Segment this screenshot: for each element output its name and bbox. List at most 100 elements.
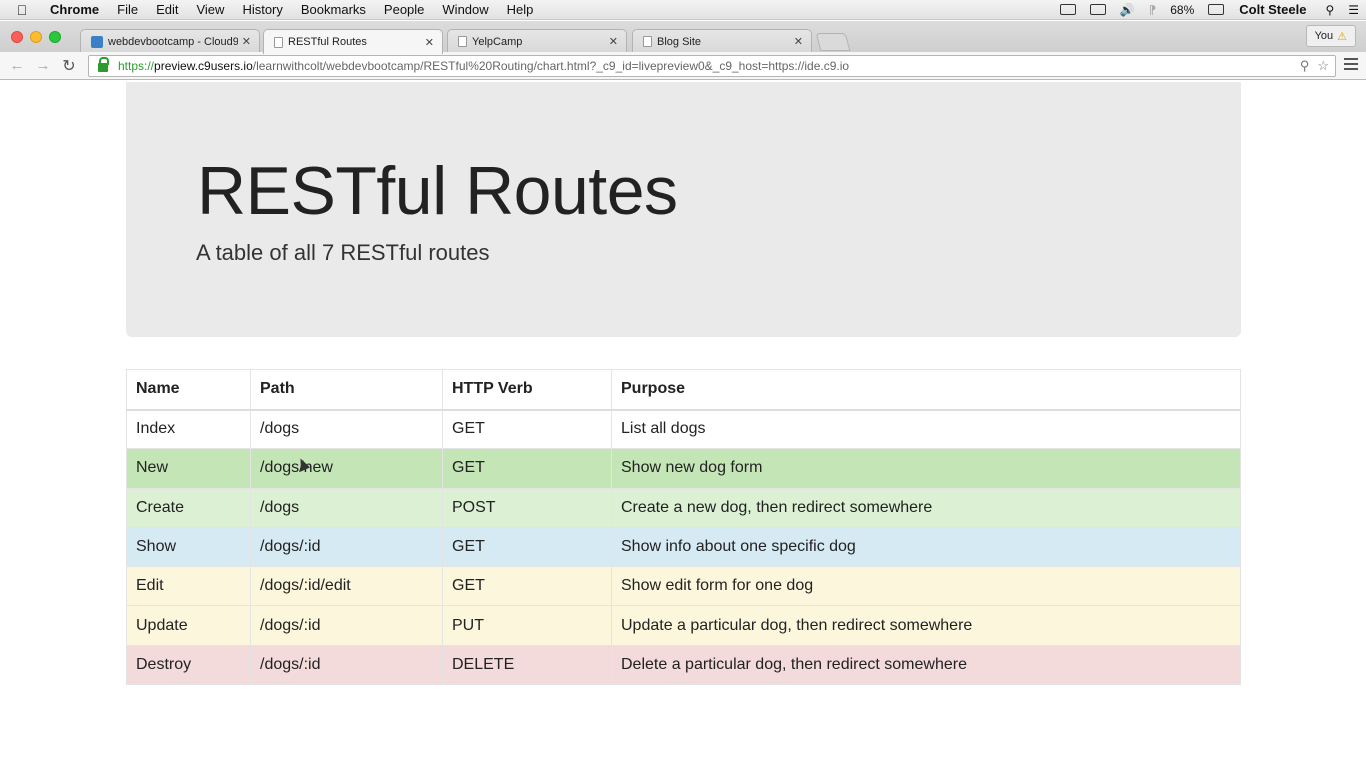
route-path: /dogs/new xyxy=(250,448,443,489)
url-path: /learnwithcolt/webdevbootcamp/RESTful%20… xyxy=(252,59,850,73)
tab-yelpcamp[interactable]: YelpCamp ✕ xyxy=(447,29,627,53)
minimize-window-button[interactable] xyxy=(30,31,42,43)
menu-app-name[interactable]: Chrome xyxy=(44,2,108,17)
spotlight-search-icon[interactable]: ⚲ xyxy=(1318,3,1341,17)
user-name[interactable]: Colt Steele xyxy=(1231,2,1318,17)
url-scheme: https:// xyxy=(118,59,155,73)
zoom-icon[interactable]: ⚲ xyxy=(1300,58,1310,74)
apple-icon[interactable]:  xyxy=(0,2,44,18)
table-row: Destroy /dogs/:id DELETE Delete a partic… xyxy=(126,644,1241,686)
menu-help[interactable]: Help xyxy=(498,2,543,17)
cloud9-icon xyxy=(91,35,103,48)
back-arrow-icon[interactable]: ← xyxy=(4,57,30,74)
tab-title: Blog Site xyxy=(657,35,702,48)
tab-title: YelpCamp xyxy=(472,35,523,48)
zoom-window-button[interactable] xyxy=(49,31,61,43)
close-icon[interactable]: ✕ xyxy=(425,36,434,49)
route-purpose: Delete a particular dog, then redirect s… xyxy=(611,644,1241,686)
tab-restful-routes[interactable]: RESTful Routes ✕ xyxy=(263,29,443,54)
route-name: Show xyxy=(126,526,251,568)
header-purpose: Purpose xyxy=(611,369,1241,411)
battery-percent[interactable]: 68% xyxy=(1163,3,1201,17)
new-tab-button[interactable] xyxy=(815,33,851,51)
page-icon xyxy=(458,36,467,47)
tab-title: RESTful Routes xyxy=(288,36,367,48)
page-subtitle: A table of all 7 RESTful routes xyxy=(196,240,490,265)
table-row: Show /dogs/:id GET Show info about one s… xyxy=(126,526,1241,568)
volume-icon[interactable]: 🔊 xyxy=(1113,3,1142,17)
table-row: Edit /dogs/:id/edit GET Show edit form f… xyxy=(126,566,1241,607)
status-area: 🔊 ⁋ 68% Colt Steele ⚲ ☰ xyxy=(1053,0,1366,20)
route-verb: GET xyxy=(442,408,612,450)
routes-table: Name Path HTTP Verb Purpose Index /dogs … xyxy=(126,369,1241,686)
profile-button[interactable]: You ⚠ xyxy=(1305,25,1356,47)
route-purpose: Update a particular dog, then redirect s… xyxy=(611,605,1241,646)
route-verb: PUT xyxy=(442,605,612,646)
chrome-menu-icon[interactable] xyxy=(1344,58,1358,70)
menu-window[interactable]: Window xyxy=(433,2,497,17)
route-purpose: Show info about one specific dog xyxy=(611,526,1241,568)
close-icon[interactable]: ✕ xyxy=(242,35,251,48)
route-name: Update xyxy=(126,605,251,646)
tab-title: webdevbootcamp - Cloud9 xyxy=(108,35,238,48)
route-name: New xyxy=(126,448,251,489)
route-name: Create xyxy=(126,487,251,528)
route-path: /dogs/:id xyxy=(250,644,443,686)
tab-webdevbootcamp[interactable]: webdevbootcamp - Cloud9 ✕ xyxy=(80,29,260,53)
menu-people[interactable]: People xyxy=(375,2,433,17)
route-path: /dogs/:id xyxy=(250,526,443,568)
route-verb: DELETE xyxy=(442,644,612,686)
header-name: Name xyxy=(126,369,251,411)
screen-record-icon[interactable] xyxy=(1053,4,1083,15)
close-window-button[interactable] xyxy=(11,31,23,43)
menu-view[interactable]: View xyxy=(187,2,233,17)
lock-icon[interactable] xyxy=(98,57,109,72)
page-icon xyxy=(643,36,652,47)
menu-bookmarks[interactable]: Bookmarks xyxy=(292,2,375,17)
tab-strip: webdevbootcamp - Cloud9 ✕ RESTful Routes… xyxy=(0,21,1366,54)
table-row: Update /dogs/:id PUT Update a particular… xyxy=(126,605,1241,646)
notification-center-icon[interactable]: ☰ xyxy=(1341,3,1366,17)
menu-history[interactable]: History xyxy=(233,2,291,17)
page-icon xyxy=(274,36,283,48)
warning-icon: ⚠ xyxy=(1337,30,1347,43)
jumbotron: RESTful Routes A table of all 7 RESTful … xyxy=(126,82,1241,337)
bluetooth-icon[interactable]: ⁋ xyxy=(1142,3,1164,17)
url-host: preview.c9users.io xyxy=(154,59,253,73)
tab-blog-site[interactable]: Blog Site ✕ xyxy=(632,29,812,53)
profile-label: You xyxy=(1314,30,1334,42)
route-verb: GET xyxy=(442,448,612,489)
table-row: New /dogs/new GET Show new dog form xyxy=(126,448,1241,489)
route-verb: POST xyxy=(442,487,612,528)
browser-toolbar: ← → ↻ https://preview.c9users.io/learnwi… xyxy=(0,52,1366,80)
forward-arrow-icon[interactable]: → xyxy=(30,57,56,74)
battery-icon xyxy=(1201,4,1231,15)
table-header-row: Name Path HTTP Verb Purpose xyxy=(126,369,1241,411)
route-path: /dogs/:id/edit xyxy=(250,566,443,607)
route-purpose: List all dogs xyxy=(611,408,1241,450)
route-purpose: Create a new dog, then redirect somewher… xyxy=(611,487,1241,528)
menu-edit[interactable]: Edit xyxy=(147,2,187,17)
route-path: /dogs xyxy=(250,408,443,450)
menu-file[interactable]: File xyxy=(108,2,147,17)
route-verb: GET xyxy=(442,526,612,568)
close-icon[interactable]: ✕ xyxy=(794,35,803,48)
close-icon[interactable]: ✕ xyxy=(609,35,618,48)
reload-icon[interactable]: ↻ xyxy=(56,56,82,76)
route-name: Index xyxy=(126,408,251,450)
route-name: Edit xyxy=(126,566,251,607)
route-purpose: Show edit form for one dog xyxy=(611,566,1241,607)
header-path: Path xyxy=(250,369,443,411)
menu-bar:  Chrome File Edit View History Bookmark… xyxy=(0,0,1366,20)
window-controls xyxy=(11,31,61,43)
route-verb: GET xyxy=(442,566,612,607)
route-name: Destroy xyxy=(126,644,251,686)
header-verb: HTTP Verb xyxy=(442,369,612,411)
table-row: Index /dogs GET List all dogs xyxy=(126,408,1241,450)
route-path: /dogs/:id xyxy=(250,605,443,646)
address-bar[interactable]: https://preview.c9users.io/learnwithcolt… xyxy=(88,55,1336,77)
page-title: RESTful Routes xyxy=(197,153,678,229)
route-path: /dogs xyxy=(250,487,443,528)
airplay-icon[interactable] xyxy=(1083,4,1113,15)
bookmark-star-icon[interactable]: ☆ xyxy=(1317,58,1329,74)
